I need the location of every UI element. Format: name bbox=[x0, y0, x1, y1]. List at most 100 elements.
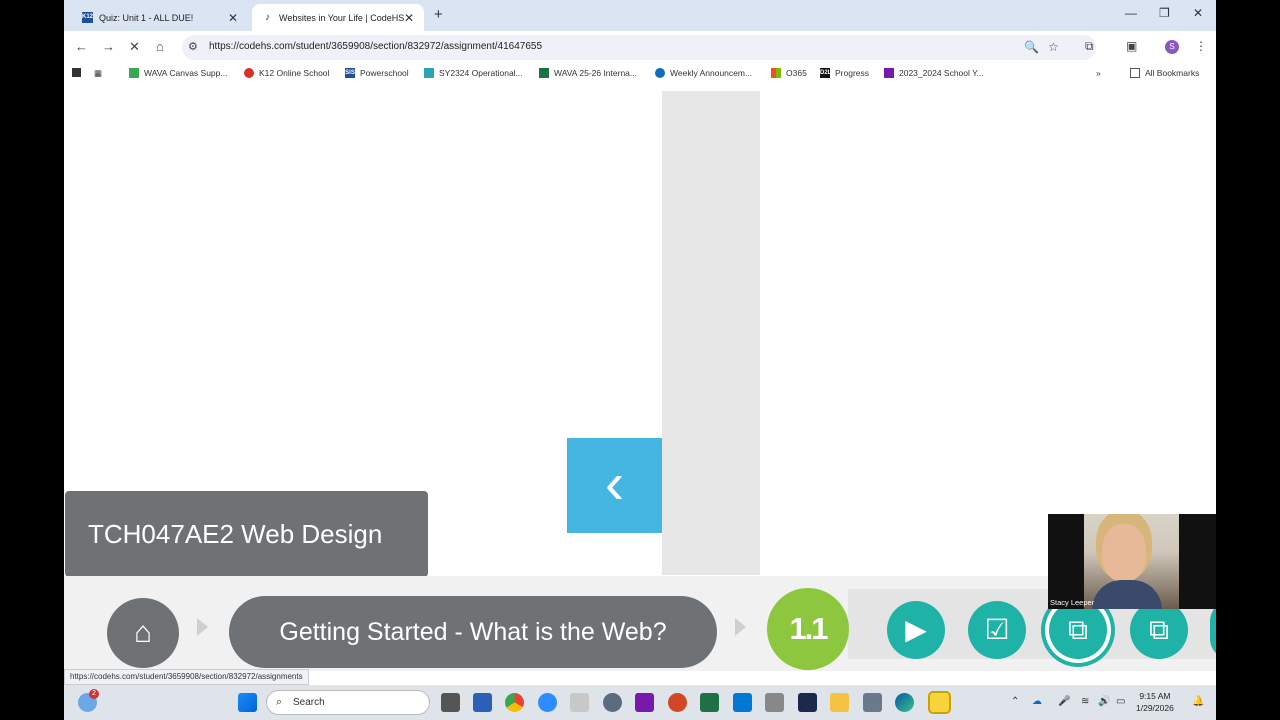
bookmark-item[interactable]: 2023_2024 School Y... bbox=[884, 68, 984, 78]
bookmark-favicon-icon bbox=[244, 68, 254, 78]
word-icon[interactable] bbox=[473, 693, 492, 712]
video-activity-button[interactable]: ▶ bbox=[887, 601, 945, 659]
calculator-icon[interactable] bbox=[765, 693, 784, 712]
bookmark-item[interactable]: D2L Progress bbox=[820, 68, 869, 78]
microphone-icon[interactable]: 🎤 bbox=[1058, 696, 1070, 707]
back-icon[interactable]: ← bbox=[75, 39, 88, 54]
search-icon: ⌕ bbox=[276, 696, 283, 708]
codehs-page: ‹ TCH047AE2 Web Design ⌂ Getting Started… bbox=[64, 89, 1216, 685]
quiz-activity-button[interactable]: ☑ bbox=[968, 601, 1026, 659]
current-exercise-button[interactable]: ⧉ bbox=[1049, 601, 1107, 659]
bookmarks-bar: ▦ WAVA Canvas Supp... K12 Online School … bbox=[64, 63, 1216, 87]
stop-loading-icon[interactable]: ✕ bbox=[129, 39, 140, 55]
notifications-bell-icon[interactable]: 🔔 bbox=[1192, 696, 1204, 707]
edge-icon[interactable] bbox=[895, 693, 914, 712]
presenter-name: Stacy Leeper bbox=[1050, 598, 1095, 607]
clock-time: 9:15 AM bbox=[1139, 691, 1171, 701]
menu-kebab-icon[interactable]: ⋮ bbox=[1195, 39, 1207, 53]
stop-icon[interactable] bbox=[72, 68, 81, 77]
home-button[interactable]: ⌂ bbox=[107, 598, 179, 668]
copy-docs-icon: ⧉ bbox=[1149, 614, 1169, 645]
tab-quiz[interactable]: K12 Quiz: Unit 1 - ALL DUE! ✕ bbox=[72, 4, 248, 31]
chevron-right-icon bbox=[735, 618, 746, 636]
webcam-video bbox=[1084, 514, 1179, 609]
cloud-icon bbox=[655, 68, 665, 78]
minimize-icon[interactable]: — bbox=[1125, 6, 1137, 20]
site-info-icon[interactable]: ⚙ bbox=[188, 40, 198, 53]
close-tab-icon[interactable]: ✕ bbox=[228, 11, 238, 25]
codehs-favicon-icon: ♪ bbox=[265, 12, 270, 23]
file-explorer-icon[interactable] bbox=[830, 693, 849, 712]
all-bookmarks[interactable]: All Bookmarks bbox=[1130, 68, 1199, 78]
wifi-icon[interactable]: ≋ bbox=[1081, 696, 1089, 707]
onedrive-icon[interactable]: ☁ bbox=[1032, 696, 1042, 707]
content-divider bbox=[662, 91, 760, 575]
bookmark-item[interactable]: WAVA 25-26 Interna... bbox=[539, 68, 637, 78]
address-bar[interactable]: ⚙ https://codehs.com/student/3659908/sec… bbox=[182, 35, 1096, 60]
lesson-nav-strip: ⌂ Getting Started - What is the Web? 1.1… bbox=[64, 576, 1216, 671]
settings-gear-icon[interactable] bbox=[603, 693, 622, 712]
zoom-icon[interactable]: 🔍 bbox=[1024, 40, 1039, 54]
more-bookmarks-icon[interactable]: » bbox=[1096, 68, 1101, 78]
show-hidden-icons-icon[interactable]: ⌃ bbox=[1011, 696, 1019, 707]
lesson-number-badge[interactable]: 1.1 bbox=[767, 588, 849, 670]
notification-badge: 2 bbox=[89, 689, 99, 699]
volume-icon[interactable]: 🔊 bbox=[1098, 696, 1110, 707]
tab-label: Websites in Your Life | CodeHS bbox=[279, 12, 405, 23]
webcam-overlay: Stacy Leeper bbox=[1048, 514, 1216, 609]
bookmark-item[interactable]: Weekly Announcem... bbox=[655, 68, 752, 78]
windows-taskbar: 2 ⌕ Search ⌃ ☁ 🎤 ≋ 🔊 ▭ 9:15 AM 1/29/2026 … bbox=[64, 685, 1216, 720]
app-icon[interactable] bbox=[798, 693, 817, 712]
microsoft-icon bbox=[771, 68, 781, 78]
tab-codehs[interactable]: ♪ Websites in Your Life | CodeHS ✕ bbox=[252, 4, 424, 31]
system-clock[interactable]: 9:15 AM 1/29/2026 bbox=[1136, 690, 1174, 714]
profile-avatar[interactable]: S bbox=[1165, 40, 1179, 54]
extensions-icon[interactable]: ⧉ bbox=[1085, 39, 1094, 54]
taskbar-search[interactable]: ⌕ Search bbox=[266, 690, 430, 715]
tab-label: Quiz: Unit 1 - ALL DUE! bbox=[99, 12, 194, 23]
chrome-icon[interactable] bbox=[505, 693, 524, 712]
microsoft-store-icon[interactable] bbox=[733, 693, 752, 712]
presenter-body bbox=[1092, 580, 1162, 609]
bookmark-item[interactable]: WAVA Canvas Supp... bbox=[129, 68, 227, 78]
close-window-icon[interactable]: ✕ bbox=[1193, 6, 1203, 20]
cast-icon[interactable]: ▣ bbox=[1126, 39, 1137, 53]
onenote-icon[interactable] bbox=[635, 693, 654, 712]
close-tab-icon[interactable]: ✕ bbox=[404, 11, 414, 25]
forward-icon[interactable]: → bbox=[102, 39, 115, 54]
bookmark-item[interactable]: K12 Online School bbox=[244, 68, 329, 78]
sticky-notes-icon[interactable] bbox=[928, 691, 951, 714]
exercise-activity-button[interactable]: ⧉ bbox=[1130, 601, 1188, 659]
browser-toolbar: ← → ✕ ⌂ ⚙ https://codehs.com/student/365… bbox=[64, 31, 1216, 63]
bookmark-favicon-icon bbox=[424, 68, 434, 78]
bookmark-star-icon[interactable]: ☆ bbox=[1048, 40, 1059, 54]
bookmark-item[interactable]: O365 bbox=[771, 68, 807, 78]
excel-icon[interactable] bbox=[700, 693, 719, 712]
k12-favicon-icon: K12 bbox=[82, 12, 93, 23]
task-view-icon[interactable] bbox=[441, 693, 460, 712]
bookmark-favicon-icon bbox=[539, 68, 549, 78]
onenote-icon bbox=[884, 68, 894, 78]
bookmark-item[interactable]: SIS Powerschool bbox=[345, 68, 409, 78]
presenter-face bbox=[1102, 524, 1146, 582]
snipping-tool-icon[interactable] bbox=[570, 693, 589, 712]
bookmark-favicon-icon: SIS bbox=[345, 68, 355, 78]
url-text[interactable]: https://codehs.com/student/3659908/secti… bbox=[209, 41, 542, 52]
home-icon[interactable]: ⌂ bbox=[156, 39, 164, 54]
start-windows-icon[interactable] bbox=[238, 693, 257, 712]
bookmark-item[interactable]: SY2324 Operational... bbox=[424, 68, 523, 78]
chevron-right-icon bbox=[197, 618, 208, 636]
battery-icon[interactable]: ▭ bbox=[1116, 696, 1125, 707]
link-status-bar: https://codehs.com/student/3659908/secti… bbox=[64, 669, 309, 685]
course-tooltip: TCH047AE2 Web Design bbox=[65, 491, 428, 589]
video-camera-icon: ▶ bbox=[905, 614, 927, 645]
previous-arrow-button[interactable]: ‹ bbox=[567, 438, 662, 533]
new-tab-icon[interactable]: + bbox=[434, 6, 443, 23]
powerpoint-icon[interactable] bbox=[668, 693, 687, 712]
apps-grid-icon[interactable]: ▦ bbox=[94, 68, 102, 79]
lesson-title-pill[interactable]: Getting Started - What is the Web? bbox=[229, 596, 717, 668]
checkbox-icon: ☑ bbox=[984, 614, 1010, 645]
camera-icon[interactable] bbox=[863, 693, 882, 712]
zoom-icon[interactable] bbox=[538, 693, 557, 712]
restore-icon[interactable]: ❐ bbox=[1159, 6, 1170, 20]
